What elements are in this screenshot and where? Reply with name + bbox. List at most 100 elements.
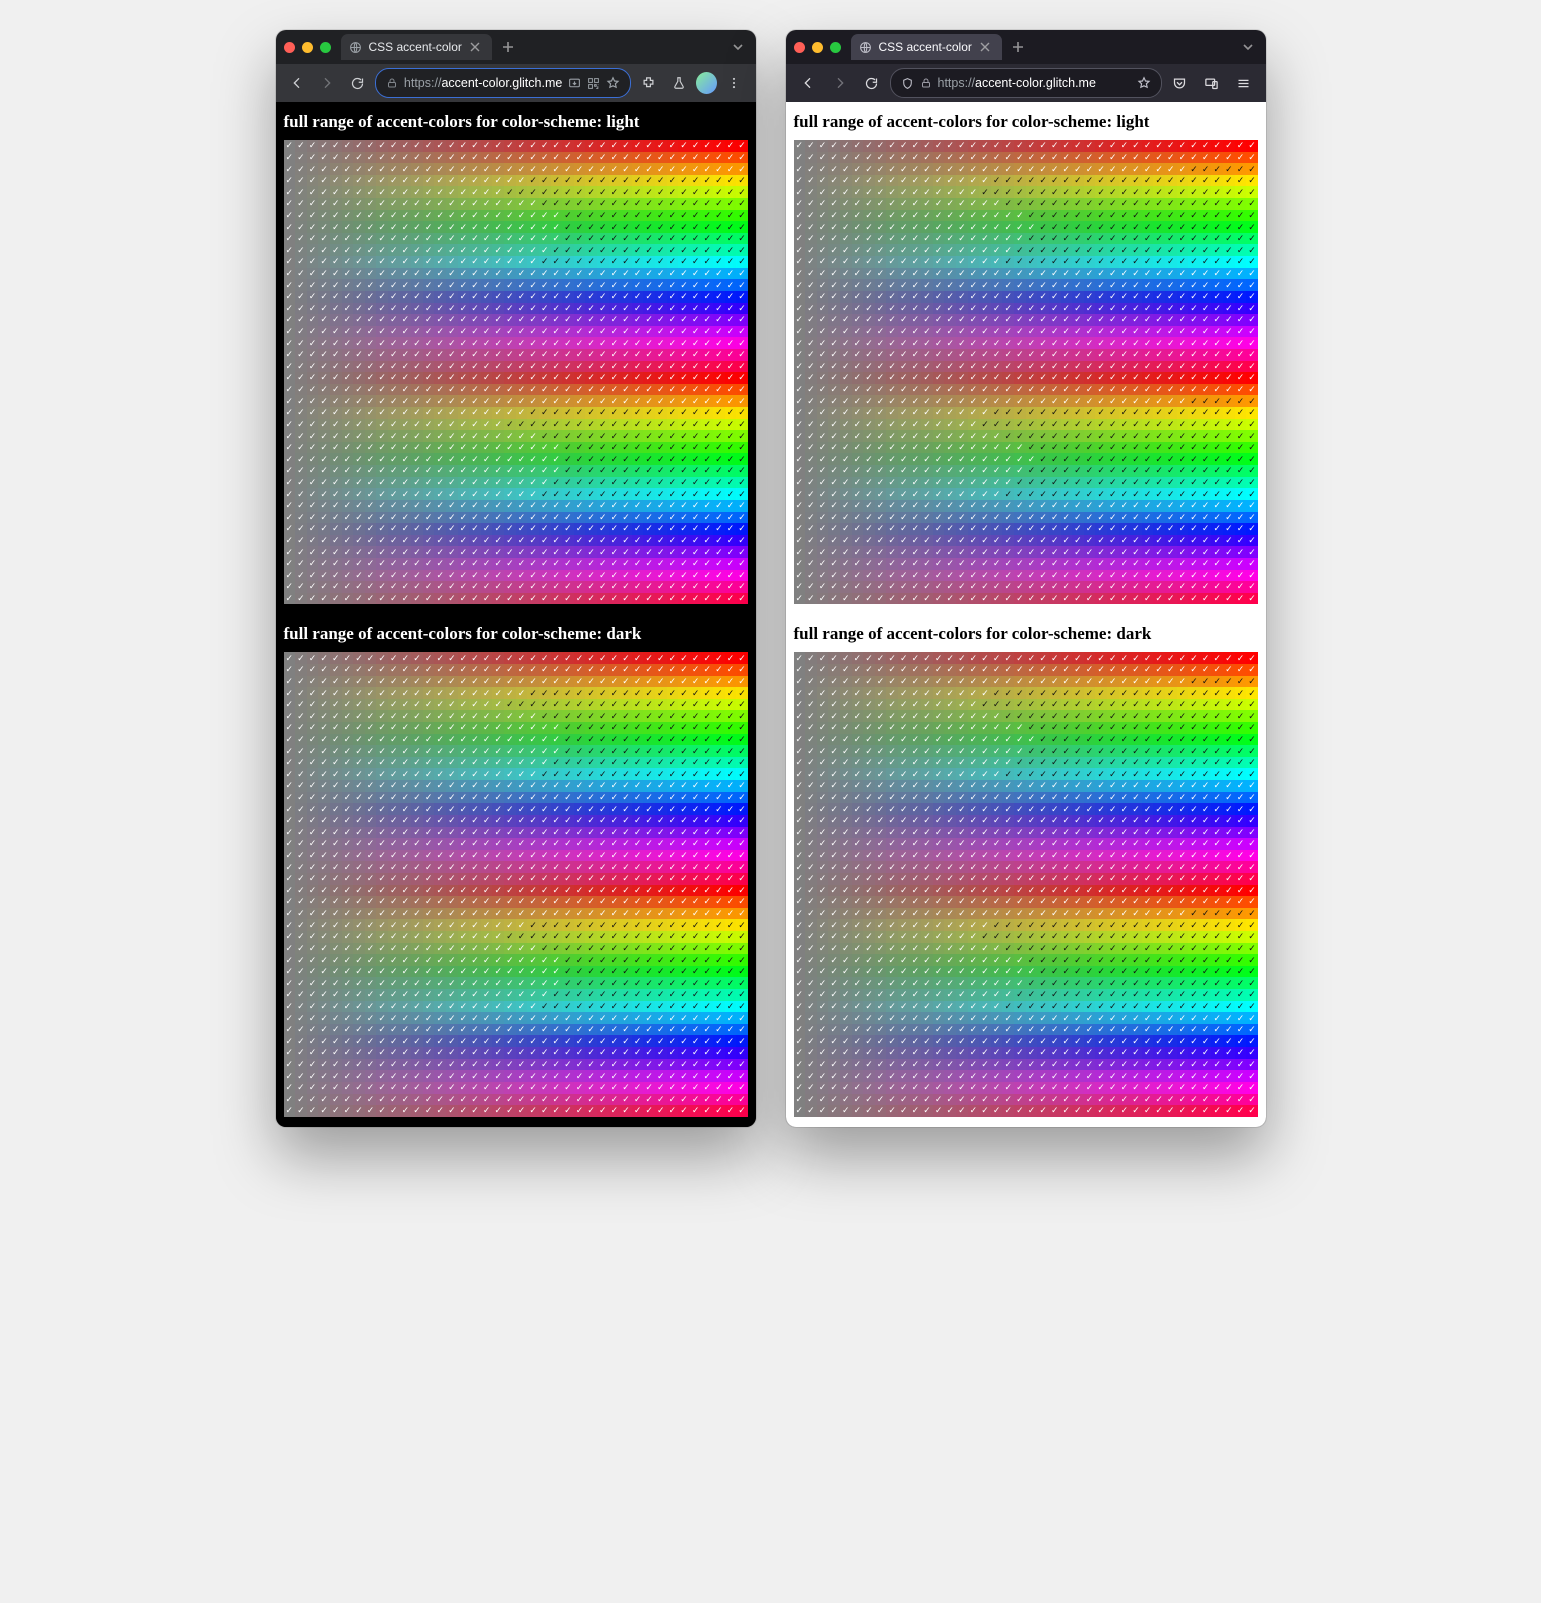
close-icon[interactable]: [468, 40, 482, 54]
swatch-cell: ✓: [434, 931, 446, 943]
kebab-menu-icon[interactable]: [721, 69, 747, 97]
swatch-cell: ✓: [690, 361, 702, 373]
swatch-cell: ✓: [725, 664, 737, 676]
swatch-cell: ✓: [342, 861, 354, 873]
browser-tab[interactable]: CSS accent-color: [851, 34, 1002, 60]
swatch-cell: ✓: [713, 943, 725, 955]
swatch-cell: ✓: [632, 768, 644, 780]
new-tab-button[interactable]: [1006, 35, 1030, 59]
install-app-icon[interactable]: [568, 77, 581, 90]
swatch-cell: ✓: [1130, 546, 1142, 558]
swatch-cell: ✓: [736, 1082, 748, 1094]
swatch-cell: ✓: [1235, 546, 1247, 558]
swatch-cell: ✓: [504, 977, 516, 989]
swatch-cell: ✓: [632, 430, 644, 442]
browser-tab[interactable]: CSS accent-color: [341, 34, 492, 60]
shield-icon[interactable]: [901, 77, 914, 90]
swatch-cell: ✓: [840, 453, 852, 465]
reload-button[interactable]: [344, 69, 370, 97]
swatch-cell: ✓: [875, 546, 887, 558]
swatch-cell: ✓: [863, 152, 875, 164]
swatch-cell: ✓: [852, 175, 864, 187]
swatch-cell: ✓: [1211, 500, 1223, 512]
forward-button[interactable]: [314, 69, 340, 97]
qr-code-icon[interactable]: [587, 77, 600, 90]
swatch-cell: ✓: [492, 792, 504, 804]
window-close-icon[interactable]: [284, 42, 295, 53]
swatch-cell: ✓: [1049, 593, 1061, 605]
swatch-cell: ✓: [979, 419, 991, 431]
swatch-cell: ✓: [678, 710, 690, 722]
address-bar[interactable]: https://accent-color.glitch.me: [375, 68, 631, 98]
swatch-cell: ✓: [1153, 570, 1165, 582]
swatch-cell: ✓: [400, 1047, 412, 1059]
swatch-cell: ✓: [736, 221, 748, 233]
new-tab-button[interactable]: [496, 35, 520, 59]
window-minimize-icon[interactable]: [302, 42, 313, 53]
close-icon[interactable]: [978, 40, 992, 54]
swatch-cell: ✓: [539, 1024, 551, 1036]
swatch-cell: ✓: [423, 815, 435, 827]
swatch-cell: ✓: [295, 768, 307, 780]
swatch-cell: ✓: [690, 908, 702, 920]
swatch-cell: ✓: [342, 337, 354, 349]
chevron-down-icon[interactable]: [1238, 37, 1258, 57]
swatch-cell: ✓: [307, 221, 319, 233]
window-maximize-icon[interactable]: [830, 42, 841, 53]
swatch-cell: ✓: [400, 407, 412, 419]
swatch-cell: ✓: [1014, 512, 1026, 524]
swatch-cell: ✓: [585, 1047, 597, 1059]
swatch-cell: ✓: [481, 488, 493, 500]
swatch-cell: ✓: [1026, 535, 1038, 547]
address-bar[interactable]: https://accent-color.glitch.me: [890, 68, 1162, 98]
window-maximize-icon[interactable]: [320, 42, 331, 53]
pocket-icon[interactable]: [1166, 69, 1194, 97]
swatch-cell: ✓: [713, 1105, 725, 1117]
swatch-cell: ✓: [921, 465, 933, 477]
responsive-design-icon[interactable]: [1198, 69, 1226, 97]
extensions-icon[interactable]: [635, 69, 661, 97]
swatch-cell: ✓: [307, 523, 319, 535]
profile-avatar[interactable]: [696, 72, 717, 94]
swatch-cell: ✓: [1026, 442, 1038, 454]
swatch-cell: ✓: [434, 827, 446, 839]
back-button[interactable]: [794, 69, 822, 97]
swatch-cell: ✓: [585, 931, 597, 943]
swatch-cell: ✓: [620, 792, 632, 804]
swatch-cell: ✓: [423, 442, 435, 454]
swatch-cell: ✓: [318, 873, 330, 885]
forward-button[interactable]: [826, 69, 854, 97]
swatch-cell: ✓: [840, 676, 852, 688]
labs-icon[interactable]: [666, 69, 692, 97]
back-button[interactable]: [284, 69, 310, 97]
swatch-cell: ✓: [469, 1082, 481, 1094]
swatch-cell: ✓: [539, 687, 551, 699]
swatch-cell: ✓: [1014, 488, 1026, 500]
swatch-cell: ✓: [667, 1001, 679, 1013]
swatch-cell: ✓: [527, 722, 539, 734]
swatch-cell: ✓: [539, 221, 551, 233]
window-close-icon[interactable]: [794, 42, 805, 53]
swatch-cell: ✓: [1084, 279, 1096, 291]
swatch-cell: ✓: [1037, 326, 1049, 338]
swatch-cell: ✓: [504, 768, 516, 780]
chevron-down-icon[interactable]: [728, 37, 748, 57]
swatch-cell: ✓: [1002, 186, 1014, 198]
star-icon[interactable]: [1137, 76, 1151, 90]
swatch-cell: ✓: [318, 966, 330, 978]
swatch-cell: ✓: [1130, 652, 1142, 664]
hamburger-menu-icon[interactable]: [1230, 69, 1258, 97]
swatch-cell: ✓: [840, 652, 852, 664]
swatch-cell: ✓: [1223, 453, 1235, 465]
swatch-cell: ✓: [434, 989, 446, 1001]
swatch-cell: ✓: [574, 175, 586, 187]
star-icon[interactable]: [606, 76, 620, 90]
swatch-cell: ✓: [690, 966, 702, 978]
swatch-cell: ✓: [632, 815, 644, 827]
swatch-cell: ✓: [434, 1105, 446, 1117]
swatch-cell: ✓: [991, 337, 1003, 349]
window-minimize-icon[interactable]: [812, 42, 823, 53]
swatch-cell: ✓: [609, 838, 621, 850]
reload-button[interactable]: [858, 69, 886, 97]
swatch-cell: ✓: [481, 1082, 493, 1094]
